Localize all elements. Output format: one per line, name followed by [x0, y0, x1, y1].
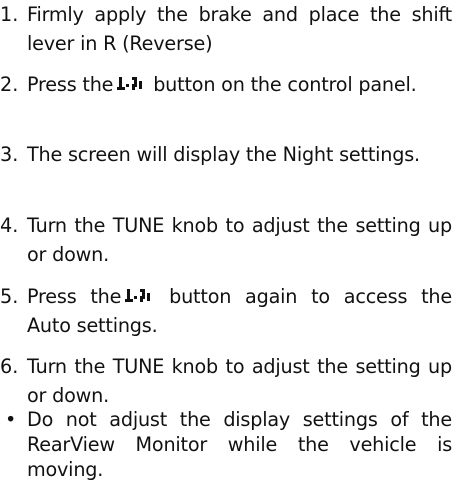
step-3: 3. The screen will display the Night set… — [0, 140, 452, 169]
step-text: Turn the TUNE knob to adjust the setting… — [27, 214, 452, 266]
step-4: 4. Turn the TUNE knob to adjust the sett… — [0, 211, 452, 269]
step-text: Press the button again to access the Aut… — [27, 282, 452, 340]
step-5: 5. Press the button again to access the … — [0, 282, 452, 340]
step-text: Firmly apply the brake and place the shi… — [27, 3, 452, 55]
warning-note: • Do not adjust the display settings of … — [0, 407, 452, 482]
warning-note-text: Do not adjust the display settings of th… — [27, 408, 452, 481]
step-number: 2. — [0, 73, 19, 96]
camera-display-icon — [117, 77, 143, 90]
step-text: The screen will display the Night settin… — [27, 143, 420, 166]
bullet-symbol: • — [5, 408, 17, 431]
step-text-before-icon: Press the — [27, 285, 122, 308]
step-number: 5. — [0, 285, 19, 308]
step-text: Press the button on the control panel. — [27, 70, 452, 99]
step-1: 1. Firmly apply the brake and place the … — [0, 0, 452, 58]
step-number: 1. — [0, 3, 19, 26]
step-text: Turn the TUNE knob to adjust the setting… — [27, 355, 452, 407]
step-6: 6. Turn the TUNE knob to adjust the sett… — [0, 352, 452, 410]
step-number: 6. — [0, 355, 19, 378]
step-number: 3. — [0, 143, 19, 166]
step-2: 2. Press the button on the control panel… — [0, 70, 452, 99]
step-text-after-icon: button on the control panel. — [147, 73, 417, 96]
step-number: 4. — [0, 214, 19, 237]
step-text-before-icon: Press the — [27, 73, 114, 96]
camera-display-icon — [125, 289, 151, 302]
